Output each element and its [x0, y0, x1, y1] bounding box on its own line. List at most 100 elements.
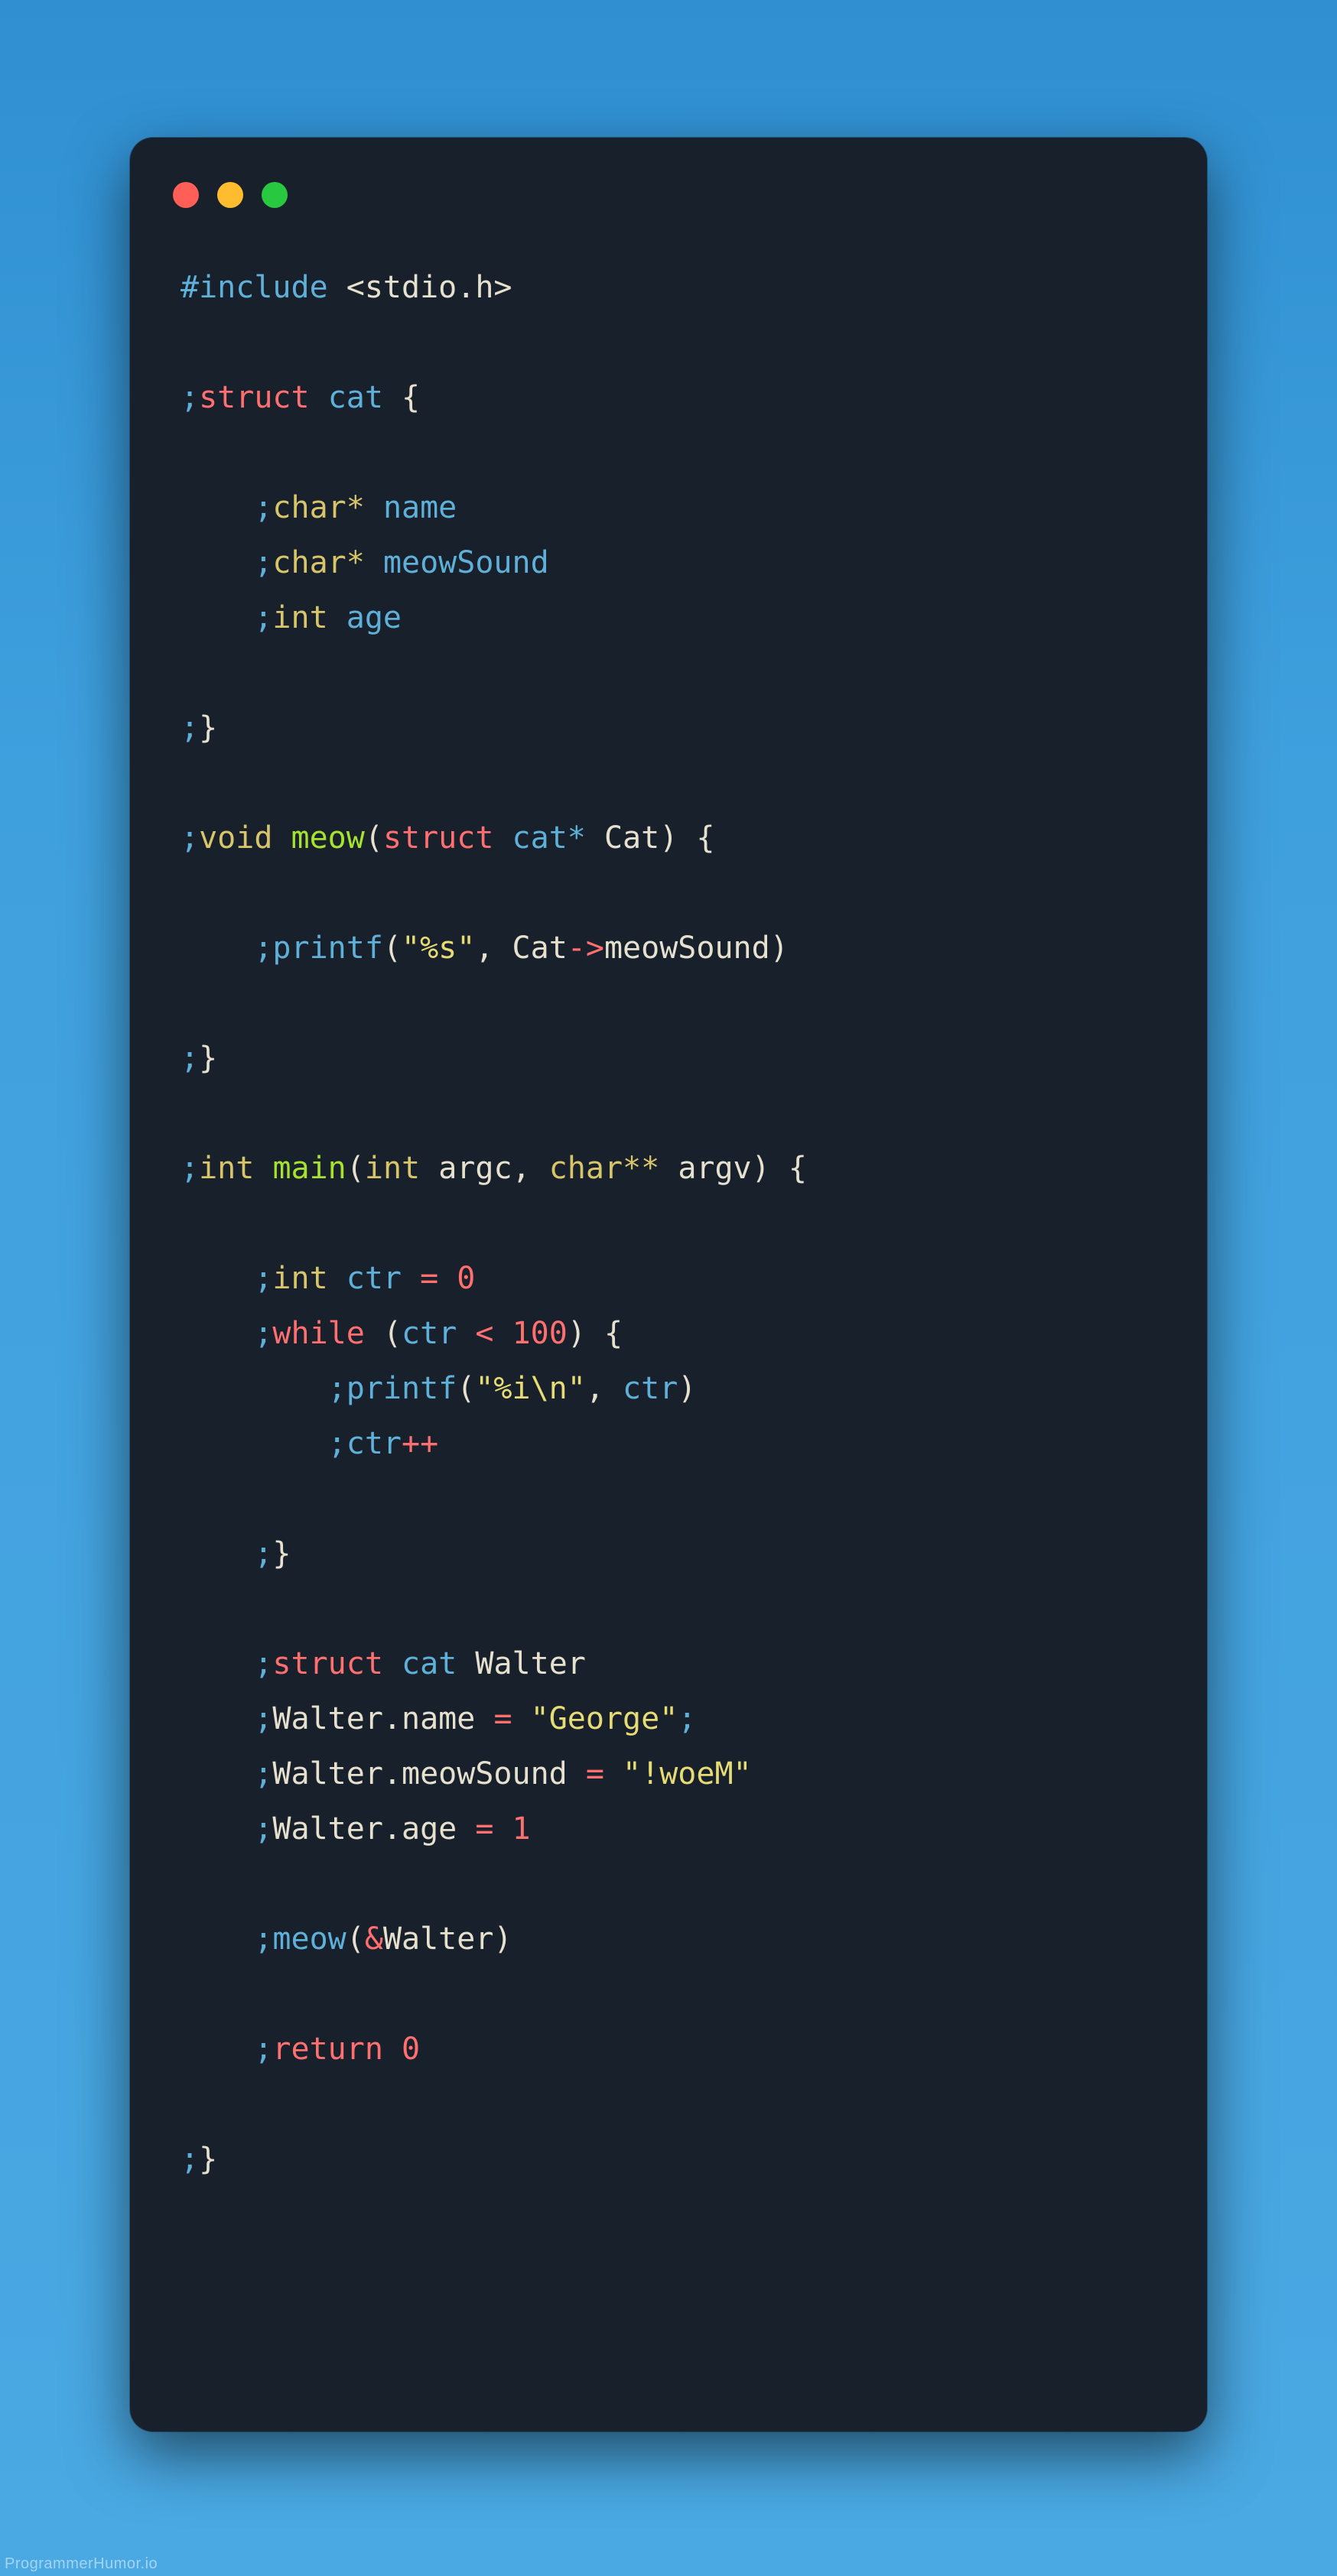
comma: , [586, 1371, 604, 1406]
minimize-icon[interactable] [217, 182, 243, 208]
semicolon: ; [254, 1811, 272, 1847]
field-name: age [346, 600, 402, 635]
paren-close: ) [493, 1921, 512, 1957]
keyword-struct: struct [272, 1646, 383, 1681]
dot: . [383, 1701, 402, 1736]
indent [181, 1316, 254, 1351]
semicolon: ; [254, 1756, 272, 1792]
space [328, 1261, 346, 1296]
indent [181, 1261, 254, 1296]
var: ctr [623, 1371, 678, 1406]
keyword-struct: struct [199, 380, 310, 415]
space [659, 1151, 678, 1186]
space [438, 1261, 457, 1296]
string: "!woeM" [623, 1756, 752, 1792]
space [678, 820, 696, 856]
space [493, 1316, 512, 1351]
number: 1 [512, 1811, 531, 1847]
indent [181, 931, 254, 966]
semicolon: ; [328, 1371, 346, 1406]
semicolon: ; [181, 380, 199, 415]
space [254, 1151, 272, 1186]
keyword-struct: struct [383, 820, 494, 856]
type-char: char* [272, 545, 364, 580]
number: 100 [512, 1316, 568, 1351]
brace-close: } [199, 710, 217, 746]
maximize-icon[interactable] [262, 182, 288, 208]
brace-open: { [402, 380, 420, 415]
space [328, 600, 346, 635]
space [568, 1756, 586, 1792]
type-char: char* [272, 490, 364, 525]
space [457, 1811, 475, 1847]
space [457, 1646, 475, 1681]
paren-close: ) [770, 931, 789, 966]
semicolon: ; [254, 931, 272, 966]
string: "%s" [402, 931, 475, 966]
space [365, 545, 383, 580]
param: Cat [604, 820, 659, 856]
space [383, 1646, 402, 1681]
type-name: cat* [512, 820, 586, 856]
space [310, 380, 328, 415]
semicolon: ; [181, 1151, 199, 1186]
function-call: printf [346, 1371, 457, 1406]
semicolon: ; [254, 600, 272, 635]
op-eq: = [493, 1701, 512, 1736]
property: meowSound [604, 931, 770, 966]
semicolon: ; [254, 1646, 272, 1681]
space [770, 1151, 789, 1186]
space [457, 1316, 475, 1351]
semicolon: ; [254, 2032, 272, 2067]
type-name: cat [328, 380, 383, 415]
comma: , [512, 1151, 531, 1186]
paren-open: ( [346, 1151, 365, 1186]
paren-open: ( [457, 1371, 475, 1406]
space [383, 2032, 402, 2067]
var: ctr [402, 1316, 457, 1351]
function-name: main [272, 1151, 346, 1186]
semicolon: ; [254, 1921, 272, 1957]
number: 0 [457, 1261, 475, 1296]
keyword-void: void [199, 820, 272, 856]
param: argv [678, 1151, 751, 1186]
function-call: meow [272, 1921, 346, 1957]
semicolon: ; [254, 545, 272, 580]
semicolon: ; [254, 490, 272, 525]
header: <stdio.h> [346, 270, 512, 305]
space [586, 1316, 604, 1351]
indent [181, 545, 254, 580]
space [604, 1371, 623, 1406]
semicolon: ; [181, 1041, 199, 1076]
indent [181, 1646, 254, 1681]
field-name: name [383, 490, 457, 525]
semicolon: ; [181, 710, 199, 746]
close-icon[interactable] [173, 182, 199, 208]
op-eq: = [420, 1261, 438, 1296]
space [402, 1261, 420, 1296]
var: Walter [272, 1756, 383, 1792]
space [365, 1316, 383, 1351]
brace-open: { [789, 1151, 807, 1186]
indent [181, 490, 254, 525]
semicolon: ; [181, 820, 199, 856]
indent [181, 1701, 254, 1736]
keyword-int: int [199, 1151, 254, 1186]
code-window: #include <stdio.h> ;struct cat { ;char* … [130, 138, 1207, 2431]
space [493, 931, 512, 966]
indent [181, 1426, 328, 1461]
window-traffic-lights [173, 182, 288, 208]
type-char: char** [549, 1151, 660, 1186]
paren-close: ) [568, 1316, 586, 1351]
indent [181, 1921, 254, 1957]
paren-close: ) [752, 1151, 770, 1186]
space [512, 1701, 531, 1736]
indent [181, 2032, 254, 2067]
trailing-semicolon: ; [678, 1701, 696, 1736]
function-call: printf [272, 931, 383, 966]
brace-close: } [199, 2142, 217, 2177]
indent [181, 1536, 254, 1571]
property: age [402, 1811, 457, 1847]
space [604, 1756, 623, 1792]
paren-open: ( [365, 820, 383, 856]
